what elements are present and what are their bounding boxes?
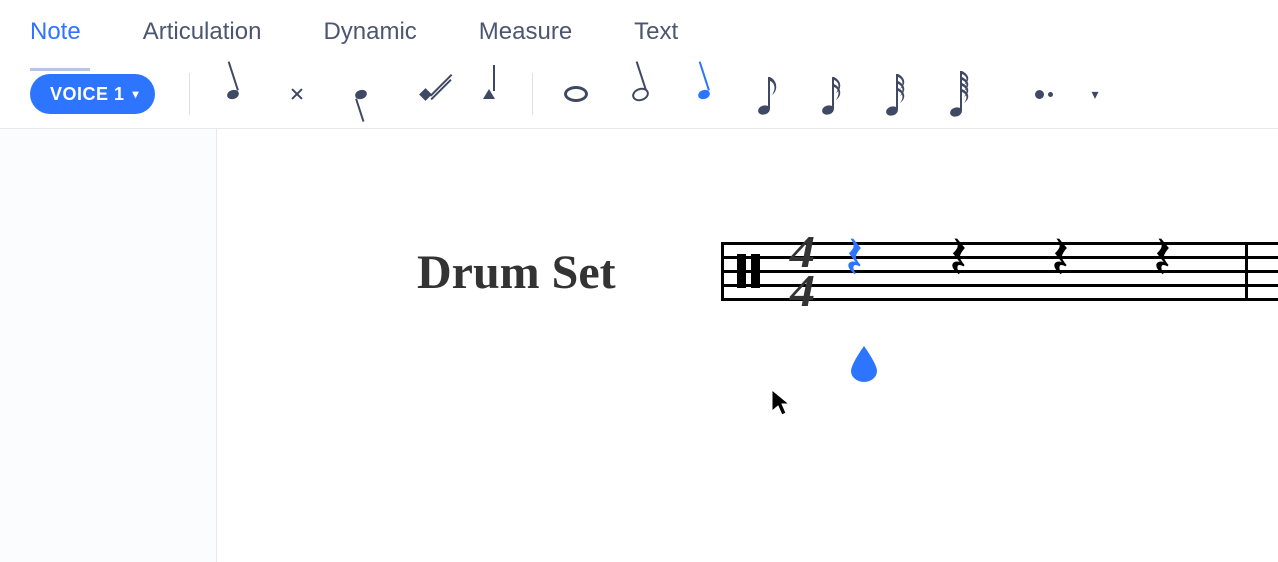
quarter-note-selected-icon[interactable] [679,69,729,119]
instrument-label: Drum Set [417,245,616,300]
x-notehead-icon[interactable] [272,69,322,119]
tab-underline [30,68,90,71]
note-head-palette: ▾ [185,69,1107,119]
voice-selector[interactable]: VOICE 1 ▾ [30,74,155,114]
diamond-notehead-icon[interactable] [400,69,450,119]
quarter-rest-1[interactable]: 𝄽 [845,224,863,293]
voice-label: VOICE 1 [50,84,125,105]
quarter-rest-4[interactable]: 𝄽 [1153,224,1171,293]
percussion-clef-icon [737,254,760,288]
whole-note-icon[interactable] [551,69,601,119]
divider [532,73,533,115]
dotted-note-icon[interactable] [1019,69,1069,119]
palette-overflow-button[interactable]: ▾ [1083,69,1107,119]
dot-stem-note-icon[interactable] [336,69,386,119]
score-sheet[interactable]: Drum Set 4 4 𝄽 𝄽 𝄽 𝄽 [217,129,1278,562]
staff[interactable]: 4 4 𝄽 𝄽 𝄽 𝄽 [721,242,1278,300]
caret-down-icon: ▾ [1092,86,1099,103]
mouse-cursor-icon [771,389,791,424]
thirtysecond-note-icon[interactable] [871,69,921,119]
quarter-note-icon[interactable] [208,69,258,119]
half-note-icon[interactable] [615,69,665,119]
eighth-note-icon[interactable] [743,69,793,119]
quarter-rest-3[interactable]: 𝄽 [1051,224,1069,293]
note-toolbar: VOICE 1 ▾ [0,60,1278,129]
side-panel [0,129,217,562]
time-signature[interactable]: 4 4 [791,232,814,310]
divider [189,73,190,115]
canvas-area: Drum Set 4 4 𝄽 𝄽 𝄽 𝄽 [0,129,1278,562]
caret-down-icon: ▾ [133,87,140,101]
time-sig-bottom: 4 [790,271,815,310]
barline-end [1245,242,1248,300]
tab-text[interactable]: Text [634,14,678,46]
sixtyfourth-note-icon[interactable] [935,69,985,119]
editor-tabs: Note Articulation Dynamic Measure Text [0,0,1278,60]
tab-note[interactable]: Note [30,14,81,46]
triangle-notehead-icon[interactable] [464,69,514,119]
tab-dynamic[interactable]: Dynamic [323,14,416,46]
insertion-marker-icon [849,344,877,380]
sixteenth-note-icon[interactable] [807,69,857,119]
tab-measure[interactable]: Measure [479,14,572,46]
barline-start [721,242,724,300]
tab-articulation[interactable]: Articulation [143,14,262,46]
quarter-rest-2[interactable]: 𝄽 [949,224,967,293]
